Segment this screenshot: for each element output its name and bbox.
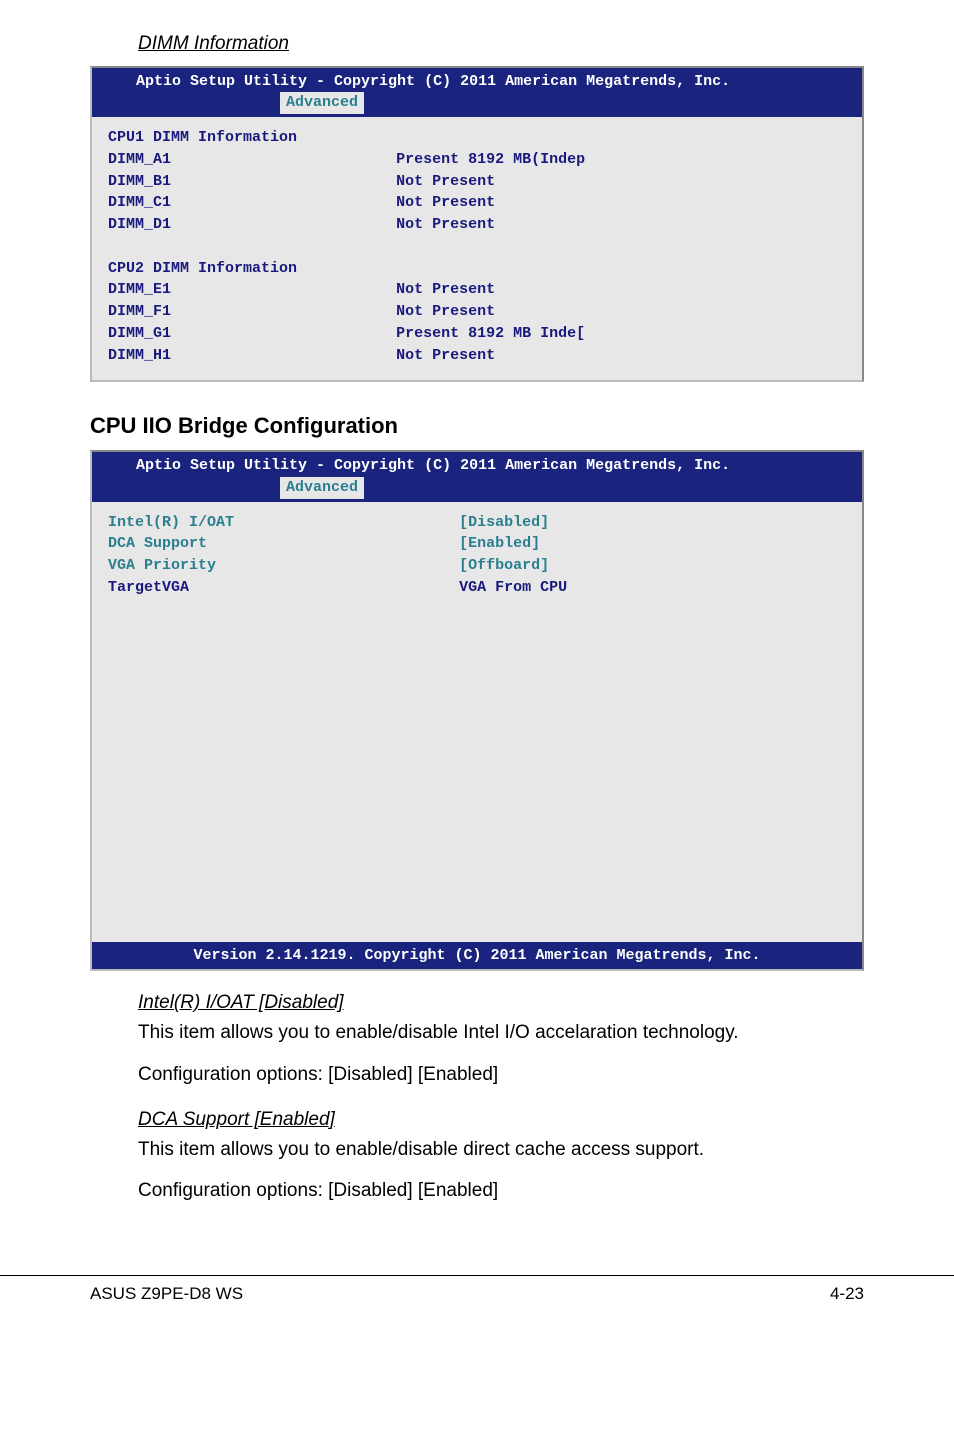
- footer-left: ASUS Z9PE-D8 WS: [90, 1282, 243, 1307]
- intel-ioat-heading: Intel(R) I/OAT [Disabled]: [90, 989, 864, 1017]
- dimm-f1-value: Not Present: [396, 303, 495, 320]
- cpu1-dimm-header: CPU1 DIMM Information: [108, 129, 297, 146]
- dimm-e1-label: DIMM_E1: [108, 281, 171, 298]
- dimm-a1-label: DIMM_A1: [108, 151, 171, 168]
- targetvga-value: VGA From CPU: [459, 579, 567, 596]
- dimm-e1-value: Not Present: [396, 281, 495, 298]
- dimm-c1-label: DIMM_C1: [108, 194, 171, 211]
- intel-ioat-options: Configuration options: [Disabled] [Enabl…: [90, 1061, 864, 1089]
- dimm-d1-label: DIMM_D1: [108, 216, 171, 233]
- dimm-g1-label: DIMM_G1: [108, 325, 171, 342]
- dca-support-heading: DCA Support [Enabled]: [90, 1106, 864, 1134]
- bios-header-text-2: Aptio Setup Utility - Copyright (C) 2011…: [136, 457, 730, 474]
- bios-tab-advanced[interactable]: Advanced: [280, 92, 364, 114]
- intel-ioat-label[interactable]: Intel(R) I/OAT: [108, 514, 234, 531]
- intel-ioat-description: This item allows you to enable/disable I…: [90, 1019, 864, 1047]
- bios-panel-iio: Aptio Setup Utility - Copyright (C) 2011…: [90, 450, 864, 971]
- dca-support-value[interactable]: [Enabled]: [459, 535, 540, 552]
- dca-support-description: This item allows you to enable/disable d…: [90, 1136, 864, 1164]
- vga-priority-value[interactable]: [Offboard]: [459, 557, 549, 574]
- intel-ioat-value[interactable]: [Disabled]: [459, 514, 549, 531]
- dimm-b1-label: DIMM_B1: [108, 173, 171, 190]
- dimm-f1-label: DIMM_F1: [108, 303, 171, 320]
- dimm-c1-value: Not Present: [396, 194, 495, 211]
- vga-priority-label[interactable]: VGA Priority: [108, 557, 216, 574]
- cpu2-dimm-header: CPU2 DIMM Information: [108, 260, 297, 277]
- bios-iio-body: Intel(R) I/OAT [Disabled] DCA Support [E…: [92, 502, 862, 942]
- bios-header-bar-2: Aptio Setup Utility - Copyright (C) 2011…: [92, 452, 862, 502]
- dimm-a1-value: Present 8192 MB(Indep: [396, 151, 585, 168]
- iio-section-title: CPU IIO Bridge Configuration: [90, 410, 864, 442]
- page-footer: ASUS Z9PE-D8 WS 4-23: [0, 1275, 954, 1307]
- bios-dimm-body: CPU1 DIMM Information DIMM_A1 Present 81…: [92, 117, 862, 380]
- dca-support-label[interactable]: DCA Support: [108, 535, 207, 552]
- dimm-info-section-title: DIMM Information: [90, 30, 864, 58]
- dimm-g1-value: Present 8192 MB Inde[: [396, 325, 585, 342]
- footer-page-number: 4-23: [830, 1282, 864, 1307]
- dimm-h1-value: Not Present: [396, 347, 495, 364]
- bios-footer-bar: Version 2.14.1219. Copyright (C) 2011 Am…: [92, 942, 862, 970]
- bios-header-text: Aptio Setup Utility - Copyright (C) 2011…: [136, 73, 730, 90]
- dca-support-options: Configuration options: [Disabled] [Enabl…: [90, 1177, 864, 1205]
- bios-header-bar: Aptio Setup Utility - Copyright (C) 2011…: [92, 68, 862, 118]
- page-content: DIMM Information Aptio Setup Utility - C…: [0, 30, 954, 1205]
- dimm-h1-label: DIMM_H1: [108, 347, 171, 364]
- bios-panel-dimm: Aptio Setup Utility - Copyright (C) 2011…: [90, 66, 864, 383]
- dimm-d1-value: Not Present: [396, 216, 495, 233]
- bios-tab-advanced-2[interactable]: Advanced: [280, 477, 364, 499]
- targetvga-label: TargetVGA: [108, 579, 189, 596]
- dimm-b1-value: Not Present: [396, 173, 495, 190]
